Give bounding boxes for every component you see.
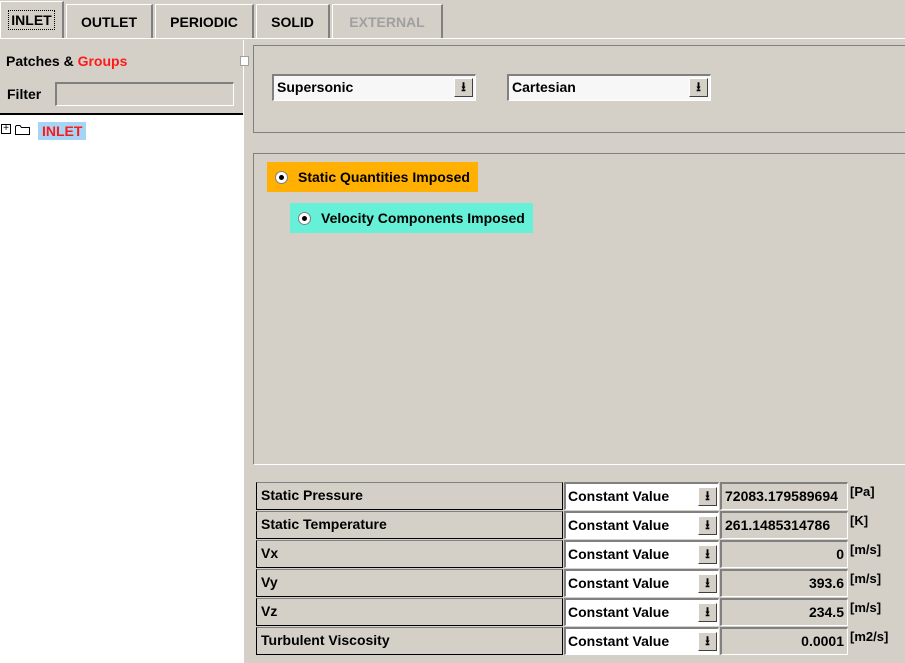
- filter-input[interactable]: [55, 82, 234, 106]
- tab-inlet[interactable]: INLET: [0, 1, 64, 38]
- mode-value: Constant Value: [568, 633, 670, 649]
- radio-selected-icon[interactable]: [298, 211, 311, 225]
- dropdown-arrow-icon[interactable]: ⭳: [698, 574, 717, 593]
- value-input[interactable]: 234.5: [720, 598, 848, 626]
- dropdown-arrow-icon[interactable]: ⭳: [698, 545, 717, 564]
- row-label: Vz: [256, 598, 563, 626]
- value-input[interactable]: 72083.179589694: [720, 482, 848, 510]
- mode-select[interactable]: Constant Value ⭳: [564, 482, 719, 510]
- mode-select[interactable]: Constant Value ⭳: [564, 627, 719, 655]
- mode-select[interactable]: Constant Value ⭳: [564, 598, 719, 626]
- expand-icon[interactable]: +: [1, 124, 11, 134]
- table-row: Vx Constant Value ⭳ 0 [m/s]: [256, 540, 905, 569]
- patches-groups-heading: Patches & Groups: [6, 53, 127, 69]
- unit-label: [Pa]: [850, 484, 875, 499]
- tab-bar: INLET OUTLET PERIODIC SOLID EXTERNAL: [0, 0, 905, 39]
- dropdown-arrow-icon[interactable]: ⭳: [698, 632, 717, 651]
- boundary-values-table: Static Pressure Constant Value ⭳ 72083.17…: [256, 482, 905, 663]
- tab-label: INLET: [8, 10, 55, 30]
- patches-panel: Patches & Groups Filter + INLET: [0, 40, 243, 663]
- dropdown-arrow-icon[interactable]: ⭳: [689, 78, 708, 97]
- table-row: Static Temperature Constant Value ⭳ 261.1…: [256, 511, 905, 540]
- mode-select[interactable]: Constant Value ⭳: [564, 540, 719, 568]
- tab-outlet[interactable]: OUTLET: [66, 4, 153, 38]
- mode-value: Constant Value: [568, 517, 670, 533]
- unit-label: [m/s]: [850, 542, 882, 557]
- dropdown-arrow-icon[interactable]: ⭳: [698, 487, 717, 506]
- patch-tree[interactable]: + INLET: [0, 113, 243, 663]
- value-input[interactable]: 261.1485314786: [720, 511, 848, 539]
- mode-select[interactable]: Constant Value ⭳: [564, 569, 719, 597]
- coordinate-system-select[interactable]: Cartesian ⭳: [507, 74, 711, 101]
- panel-splitter[interactable]: [240, 40, 251, 663]
- value-input[interactable]: 0.0001: [720, 627, 848, 655]
- static-quantities-option[interactable]: Static Quantities Imposed: [267, 162, 478, 192]
- coordinate-system-value: Cartesian: [512, 79, 576, 95]
- patches-label: Patches &: [6, 53, 74, 69]
- row-label: Vx: [256, 540, 563, 568]
- mode-value: Constant Value: [568, 575, 670, 591]
- tab-periodic[interactable]: PERIODIC: [155, 4, 254, 38]
- row-label: Static Pressure: [256, 482, 563, 510]
- row-label: Turbulent Viscosity: [256, 627, 563, 655]
- velocity-components-label: Velocity Components Imposed: [321, 210, 525, 226]
- boundary-type-value: Supersonic: [277, 79, 354, 95]
- condition-type-box: Supersonic ⭳ Cartesian ⭳: [253, 45, 905, 133]
- unit-label: [m/s]: [850, 571, 882, 586]
- filter-label: Filter: [7, 86, 42, 102]
- static-quantities-label: Static Quantities Imposed: [298, 169, 470, 185]
- dropdown-arrow-icon[interactable]: ⭳: [698, 516, 717, 535]
- boundary-type-select[interactable]: Supersonic ⭳: [272, 74, 476, 101]
- row-label: Static Temperature: [256, 511, 563, 539]
- tab-solid[interactable]: SOLID: [256, 4, 330, 38]
- dropdown-arrow-icon[interactable]: ⭳: [454, 78, 473, 97]
- row-label: Vy: [256, 569, 563, 597]
- mode-value: Constant Value: [568, 546, 670, 562]
- table-row: Vz Constant Value ⭳ 234.5 [m/s]: [256, 598, 905, 627]
- splitter-grip[interactable]: [240, 56, 249, 66]
- mode-select[interactable]: Constant Value ⭳: [564, 511, 719, 539]
- tree-node-inlet[interactable]: INLET: [38, 122, 87, 140]
- mode-value: Constant Value: [568, 604, 670, 620]
- groups-label: Groups: [77, 53, 128, 69]
- value-input[interactable]: 393.6: [720, 569, 848, 597]
- table-row: Vy Constant Value ⭳ 393.6 [m/s]: [256, 569, 905, 598]
- radio-selected-icon[interactable]: [275, 170, 288, 184]
- dropdown-arrow-icon[interactable]: ⭳: [698, 603, 717, 622]
- value-input[interactable]: 0: [720, 540, 848, 568]
- table-row: Static Pressure Constant Value ⭳ 72083.17…: [256, 482, 905, 511]
- unit-label: [m2/s]: [850, 629, 889, 644]
- folder-icon: [15, 125, 30, 135]
- table-row: Turbulent Viscosity Constant Value ⭳ 0.00…: [256, 627, 905, 656]
- imposed-quantities-box: Static Quantities Imposed Velocity Compo…: [253, 153, 905, 465]
- unit-label: [K]: [850, 513, 869, 528]
- unit-label: [m/s]: [850, 600, 882, 615]
- velocity-components-option[interactable]: Velocity Components Imposed: [290, 203, 533, 233]
- tab-external: EXTERNAL: [332, 4, 443, 38]
- mode-value: Constant Value: [568, 488, 670, 504]
